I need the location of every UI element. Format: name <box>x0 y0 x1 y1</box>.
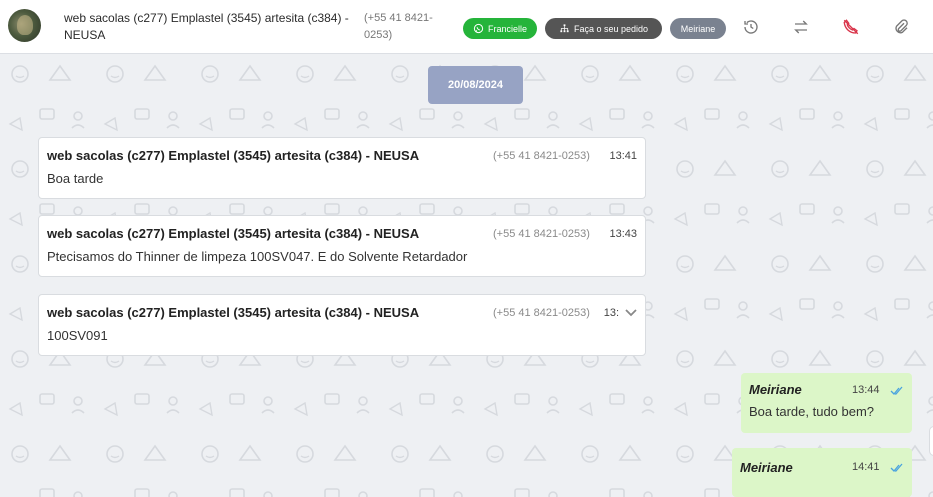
incoming-message[interactable]: web sacolas (c277) Emplastel (3545) arte… <box>38 137 646 199</box>
message-options-button[interactable] <box>623 304 639 320</box>
history-icon <box>744 20 758 34</box>
message-time: 13:43 <box>609 228 637 240</box>
tag-queue[interactable]: Faça o seu pedido <box>545 18 662 39</box>
message-time: 13: <box>603 307 619 319</box>
tag-whatsapp-label: Francielle <box>487 23 527 34</box>
read-receipt-icon <box>890 463 903 472</box>
contact-title[interactable]: web sacolas (c277) Emplastel (3545) arte… <box>64 10 364 44</box>
message-text: Boa tarde, tudo bem? <box>749 404 875 419</box>
incoming-message[interactable]: web sacolas (c277) Emplastel (3545) arte… <box>38 215 646 277</box>
tag-user-label: Meiriane <box>680 23 716 34</box>
hang-up-phone-icon <box>843 19 859 35</box>
contact-phone: (+55 41 8421-0253) <box>364 12 433 41</box>
message-time: 13:41 <box>609 150 637 162</box>
tag-queue-label: Faça o seu pedido <box>573 23 649 34</box>
message-sender-phone: (+55 41 8421-0253) <box>493 150 590 162</box>
scroll-down-button[interactable] <box>929 426 933 456</box>
incoming-message[interactable]: web sacolas (c277) Emplastel (3545) arte… <box>38 294 646 356</box>
read-receipt-icon <box>890 386 903 395</box>
chevron-down-icon <box>625 309 637 317</box>
date-separator: 20/08/2024 <box>428 66 523 104</box>
chat-header: web sacolas (c277) Emplastel (3545) arte… <box>0 0 933 54</box>
outgoing-message[interactable]: Meiriane 14:41 <box>732 448 912 497</box>
contact-avatar[interactable] <box>8 9 41 42</box>
message-text: Ptecisamos do Thinner de limpeza 100SV04… <box>47 249 468 264</box>
attach-button[interactable] <box>890 16 912 38</box>
message-sender-phone: (+55 41 8421-0253) <box>493 307 590 319</box>
hang-up-button[interactable] <box>840 16 862 38</box>
message-text: Boa tarde <box>47 171 104 186</box>
transfer-arrows-icon <box>794 20 808 34</box>
message-text: 100SV091 <box>47 328 108 343</box>
message-sender-phone: (+55 41 8421-0253) <box>493 228 590 240</box>
paperclip-icon <box>895 19 908 34</box>
transfer-button[interactable] <box>790 16 812 38</box>
whatsapp-icon <box>473 23 484 34</box>
message-sender: Meiriane <box>740 460 793 475</box>
message-area[interactable]: 20/08/2024 web sacolas (c277) Emplastel … <box>0 54 933 497</box>
message-time: 14:41 <box>852 461 880 473</box>
message-sender: web sacolas (c277) Emplastel (3545) arte… <box>47 148 420 163</box>
message-time: 13:44 <box>852 384 880 396</box>
sitemap-icon <box>560 24 569 33</box>
tag-whatsapp-connection[interactable]: Francielle <box>463 18 537 39</box>
message-sender: web sacolas (c277) Emplastel (3545) arte… <box>47 305 420 320</box>
tag-user[interactable]: Meiriane <box>670 18 726 39</box>
outgoing-message[interactable]: Meiriane 13:44 Boa tarde, tudo bem? <box>741 373 912 433</box>
history-button[interactable] <box>740 16 762 38</box>
message-sender: Meiriane <box>749 382 802 397</box>
message-sender: web sacolas (c277) Emplastel (3545) arte… <box>47 226 420 241</box>
